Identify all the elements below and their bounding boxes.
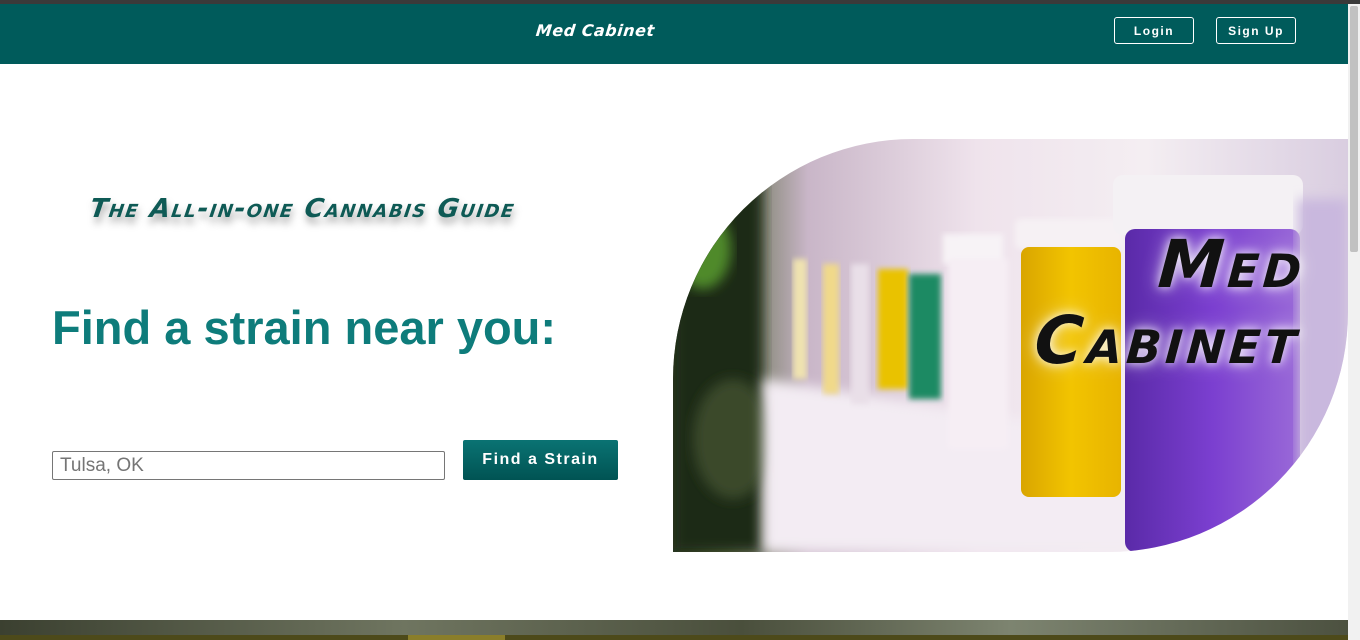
banner-band: [0, 635, 1348, 640]
location-search-input[interactable]: [52, 451, 445, 480]
hero-title: Med Cabinet: [948, 226, 1309, 379]
top-navbar: Med Cabinet Login Sign Up: [0, 4, 1348, 64]
page-heading: Find a strain near you:: [52, 301, 557, 354]
login-button[interactable]: Login: [1114, 17, 1194, 44]
banner-highlight: [408, 635, 505, 640]
brand-logo[interactable]: Med Cabinet: [535, 21, 656, 40]
hero-title-line1: Med: [1155, 226, 1309, 303]
find-strain-button[interactable]: Find a Strain: [463, 440, 618, 480]
page-scrollbar[interactable]: [1348, 4, 1360, 640]
hero-image: Med Cabinet: [673, 139, 1348, 552]
next-section-banner: [0, 620, 1348, 640]
hero-title-line2: Cabinet: [1032, 302, 1304, 379]
scrollbar-thumb[interactable]: [1350, 6, 1358, 252]
signup-button[interactable]: Sign Up: [1216, 17, 1296, 44]
tagline: The All-in-one Cannabis Guide: [87, 194, 518, 224]
